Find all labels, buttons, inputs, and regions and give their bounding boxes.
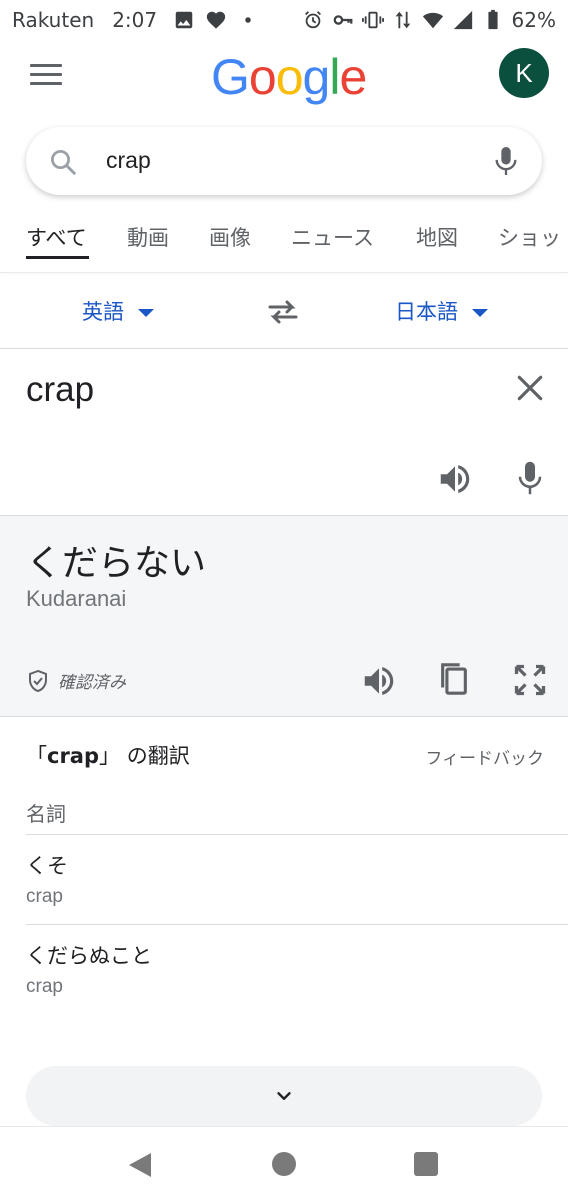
part-of-speech-label: 名詞 [26, 802, 66, 826]
recent-apps-icon[interactable] [414, 1152, 438, 1176]
romanization-text: Kudaranai [26, 586, 127, 611]
account-avatar[interactable]: K [499, 48, 549, 98]
back-icon[interactable] [129, 1153, 151, 1177]
menu-button[interactable] [30, 64, 62, 88]
copy-icon[interactable] [437, 660, 471, 698]
result-speaker-icon[interactable] [360, 662, 398, 700]
tab-news[interactable]: ニュース [291, 222, 374, 252]
translation-word: くだらぬこと [26, 944, 152, 968]
tab-maps[interactable]: 地図 [416, 222, 458, 252]
gallery-icon [175, 11, 193, 29]
divider [0, 716, 568, 717]
translations-heading-word: crap [47, 744, 100, 768]
tab-videos[interactable]: 動画 [127, 222, 169, 252]
voice-search-mic-icon[interactable] [492, 144, 520, 178]
verified-badge: 確認済み [26, 668, 126, 693]
tab-shopping[interactable]: ショッ [498, 222, 561, 252]
translation-result-panel: くだらない Kudaranai 確認済み [0, 516, 568, 716]
battery-level: 62% [511, 8, 556, 32]
source-text-input[interactable]: crap [26, 370, 94, 410]
clock: 2:07 [112, 8, 158, 32]
translated-text: くだらない [26, 543, 207, 584]
active-tab-indicator [26, 256, 89, 259]
translation-word: くそ [26, 854, 68, 878]
status-bar: Rakuten 2:07 62% [0, 0, 568, 40]
dot-icon [245, 17, 251, 23]
show-more-button[interactable] [26, 1066, 542, 1126]
google-logo[interactable]: Google [211, 48, 367, 106]
search-icon[interactable] [48, 147, 78, 177]
fullscreen-icon[interactable] [512, 662, 548, 698]
source-language-label: 英語 [82, 300, 124, 324]
battery-icon [487, 9, 498, 30]
divider [0, 348, 568, 349]
language-selector-row: 英語 日本語 [0, 282, 568, 348]
tab-all[interactable]: すべて [26, 222, 87, 252]
data-arrows-icon [395, 11, 410, 29]
key-icon [333, 15, 352, 25]
tabs-divider [0, 272, 568, 273]
tab-images[interactable]: 画像 [209, 222, 251, 252]
search-input[interactable]: crap [106, 147, 151, 174]
clear-text-icon[interactable] [514, 372, 546, 404]
search-tabs: すべて 動画 画像 ニュース 地図 ショッ [0, 218, 568, 274]
source-mic-icon[interactable] [515, 459, 545, 497]
source-language-dropdown[interactable]: 英語 [82, 296, 154, 326]
chevron-down-icon [277, 1092, 291, 1100]
list-item[interactable]: くだらぬこと crap [26, 940, 542, 998]
home-icon[interactable] [272, 1152, 296, 1176]
system-navigation-bar [0, 1126, 568, 1200]
verified-shield-icon [29, 669, 47, 692]
reverse-translation: crap [26, 976, 63, 997]
alarm-icon [304, 11, 321, 29]
divider [26, 834, 568, 835]
target-language-dropdown[interactable]: 日本語 [395, 296, 488, 326]
divider [26, 924, 568, 925]
signal-icon [453, 10, 472, 30]
list-item[interactable]: くそ crap [26, 850, 542, 908]
carrier-label: Rakuten [12, 8, 95, 32]
reverse-translation: crap [26, 886, 63, 907]
heart-icon [206, 11, 226, 29]
feedback-link[interactable]: フィードバック [425, 744, 544, 769]
search-box[interactable]: crap [26, 127, 542, 195]
chevron-down-icon [138, 309, 154, 317]
swap-languages-icon[interactable] [266, 298, 300, 326]
vibrate-icon [361, 11, 384, 29]
verified-label: 確認済み [58, 673, 126, 693]
chevron-down-icon [472, 309, 488, 317]
wifi-icon [422, 12, 443, 29]
app-header: Google K [0, 40, 568, 112]
target-language-label: 日本語 [395, 300, 458, 324]
translations-heading: 「crap」 の翻訳 [26, 744, 190, 768]
source-speaker-icon[interactable] [436, 460, 474, 498]
